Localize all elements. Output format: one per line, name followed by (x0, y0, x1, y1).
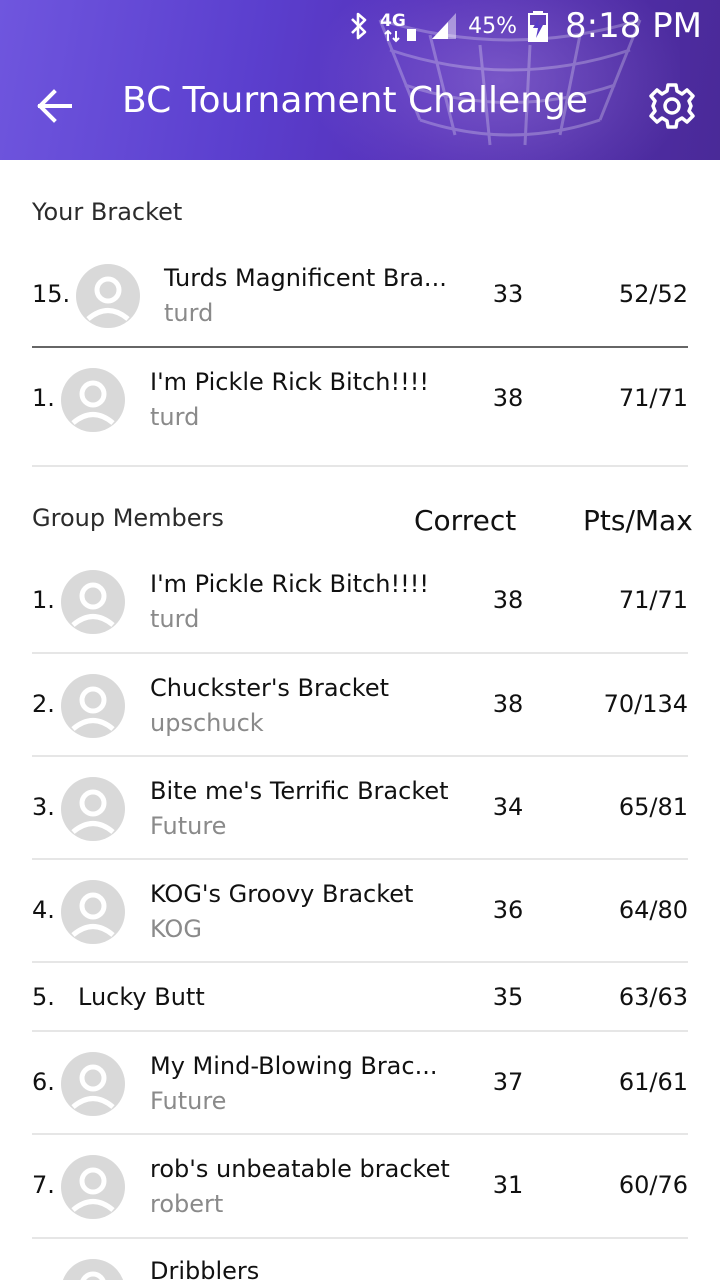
correct-count: 31 (492, 1171, 524, 1199)
column-header-pts-max: Pts/Max (583, 504, 693, 537)
points-max: 71/71 (618, 384, 688, 412)
your-bracket-label: Your Bracket (32, 198, 183, 226)
points-max: 60/76 (618, 1171, 688, 1199)
rank: 1. (32, 384, 55, 412)
bracket-owner: turd (164, 299, 214, 327)
rank: 4. (32, 896, 55, 924)
group-member-row[interactable]: 7. rob's unbeatable bracket robert 31 60… (0, 1135, 720, 1238)
points-max: 64/80 (618, 896, 688, 924)
correct-count: 38 (492, 690, 524, 718)
points-max: 52/52 (618, 280, 688, 308)
bracket-owner: Future (150, 812, 227, 840)
avatar-icon (61, 777, 125, 841)
rank: 3. (32, 793, 55, 821)
your-bracket-row[interactable]: 1. I'm Pickle Rick Bitch!!!! turd 38 71/… (0, 348, 720, 451)
bracket-owner: turd (150, 403, 200, 431)
correct-count: 36 (492, 896, 524, 924)
bracket-name: I'm Pickle Rick Bitch!!!! (150, 368, 429, 396)
bracket-owner: upschuck (150, 709, 264, 737)
bluetooth-icon (351, 12, 367, 40)
group-members-label: Group Members (32, 504, 224, 532)
bracket-name: Chuckster's Bracket (150, 674, 390, 702)
rank: 6. (32, 1068, 55, 1096)
arrow-back-icon (37, 89, 72, 123)
rank: 2. (32, 690, 55, 718)
signal-icon (432, 13, 457, 39)
toolbar: BC Tournament Challenge (0, 52, 720, 160)
svg-text:4G: 4G (380, 11, 406, 31)
bracket-name: I'm Pickle Rick Bitch!!!! (150, 570, 429, 598)
battery-percent: 45% (468, 13, 517, 39)
correct-count: 37 (492, 1068, 524, 1096)
bracket-owner: Future (150, 1087, 227, 1115)
page-title: BC Tournament Challenge (122, 80, 588, 121)
4g-lte-icon: 4G (380, 11, 417, 43)
battery-charging-icon (528, 11, 548, 42)
group-member-row[interactable]: Dribblers (0, 1239, 720, 1280)
gear-icon (649, 83, 695, 129)
settings-button[interactable] (646, 80, 698, 132)
points-max: 65/81 (618, 793, 688, 821)
group-member-row[interactable]: 2. Chuckster's Bracket upschuck 38 70/13… (0, 654, 720, 757)
avatar-icon (61, 1155, 125, 1219)
group-member-row[interactable]: 5. Lucky Butt 35 63/63 (0, 963, 720, 1029)
rank: 1. (32, 586, 55, 614)
avatar-icon (62, 1259, 124, 1280)
correct-count: 35 (492, 983, 524, 1011)
avatar-icon (61, 880, 125, 944)
correct-count: 38 (492, 384, 524, 412)
points-max: 63/63 (618, 983, 688, 1011)
avatar-icon (61, 368, 125, 432)
your-bracket-row[interactable]: 15. Turds Magnificent Bra... turd 33 52/… (0, 244, 720, 347)
correct-count: 38 (492, 586, 524, 614)
points-max: 61/61 (618, 1068, 688, 1096)
avatar-icon (76, 264, 140, 328)
rank: 15. (32, 280, 71, 308)
rank: 5. (32, 983, 55, 1011)
bracket-name: Bite me's Terrific Bracket (150, 777, 449, 805)
points-max: 71/71 (618, 586, 688, 614)
bracket-name: My Mind-Blowing Brac... (150, 1052, 438, 1080)
bracket-owner: turd (150, 605, 200, 633)
avatar-icon (61, 674, 125, 738)
clock: 8:18 PM (565, 6, 702, 46)
group-member-row[interactable]: 6. My Mind-Blowing Brac... Future 37 61/… (0, 1032, 720, 1135)
correct-count: 33 (492, 280, 524, 308)
bracket-name: Dribblers (150, 1257, 260, 1280)
avatar-icon (61, 1052, 125, 1116)
rank: 7. (32, 1171, 55, 1199)
points-max: 70/134 (603, 690, 688, 718)
avatar-icon (61, 570, 125, 634)
divider (32, 465, 688, 467)
correct-count: 34 (492, 793, 524, 821)
status-bar: 4G 45% 8:18 PM (0, 0, 720, 52)
bracket-name: Turds Magnificent Bra... (164, 264, 447, 292)
group-member-row[interactable]: 4. KOG's Groovy Bracket KOG 36 64/80 (0, 860, 720, 963)
bracket-name: rob's unbeatable bracket (150, 1155, 450, 1183)
bracket-owner: robert (150, 1190, 224, 1218)
bracket-name: Lucky Butt (78, 983, 205, 1011)
bracket-name: KOG's Groovy Bracket (150, 880, 414, 908)
group-member-row[interactable]: 3. Bite me's Terrific Bracket Future 34 … (0, 757, 720, 860)
group-member-row[interactable]: 1. I'm Pickle Rick Bitch!!!! turd 38 71/… (0, 550, 720, 653)
back-button[interactable] (30, 82, 82, 130)
column-header-correct: Correct (414, 504, 517, 537)
bracket-owner: KOG (150, 915, 202, 943)
app-header: 4G 45% 8:18 PM BC Tournament Challenge (0, 0, 720, 160)
